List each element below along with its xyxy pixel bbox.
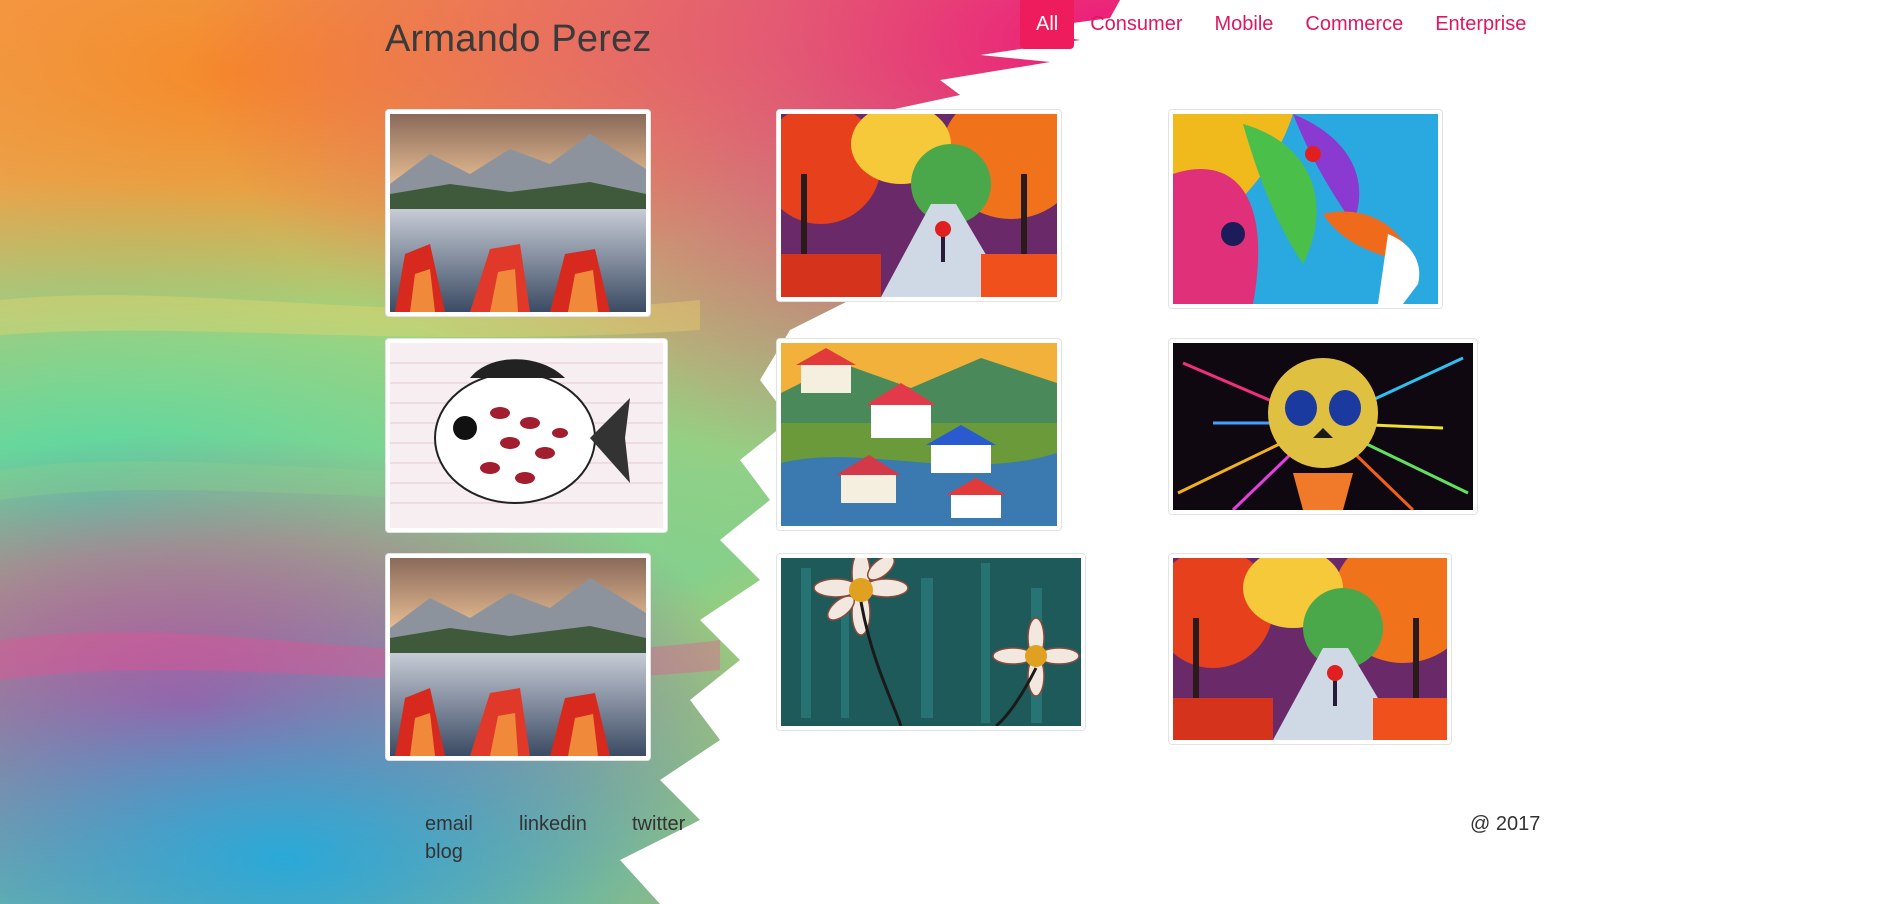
daisies-thumbnail xyxy=(781,558,1081,726)
copyright-text: @ 2017 xyxy=(1470,813,1541,835)
portfolio-image-lake-boats[interactable] xyxy=(385,109,651,317)
portfolio-image-autumn-park[interactable] xyxy=(776,109,1062,302)
neon-skull-thumbnail xyxy=(1173,343,1473,510)
village-thumbnail xyxy=(781,343,1057,526)
twitter-link[interactable]: twitter xyxy=(632,813,685,836)
lake-boats-thumbnail-2 xyxy=(390,558,646,756)
psychedelic-face-thumbnail xyxy=(1173,114,1438,304)
portfolio-image-village[interactable] xyxy=(776,338,1062,531)
portfolio-image-psychedelic-face[interactable] xyxy=(1168,109,1443,309)
email-link[interactable]: email xyxy=(425,813,473,836)
portfolio-gallery xyxy=(0,0,1894,904)
portfolio-image-lake-boats-2[interactable] xyxy=(385,553,651,761)
portfolio-image-daisies[interactable] xyxy=(776,553,1086,731)
portfolio-image-neon-skull[interactable] xyxy=(1168,338,1478,515)
portfolio-image-fish[interactable] xyxy=(385,338,668,533)
blog-link[interactable]: blog xyxy=(425,841,463,864)
autumn-park-thumbnail xyxy=(781,114,1057,297)
fish-thumbnail xyxy=(390,343,663,528)
lake-boats-thumbnail xyxy=(390,114,646,312)
portfolio-image-autumn-park-2[interactable] xyxy=(1168,553,1452,745)
linkedin-link[interactable]: linkedin xyxy=(519,813,587,836)
autumn-park-thumbnail-2 xyxy=(1173,558,1447,740)
